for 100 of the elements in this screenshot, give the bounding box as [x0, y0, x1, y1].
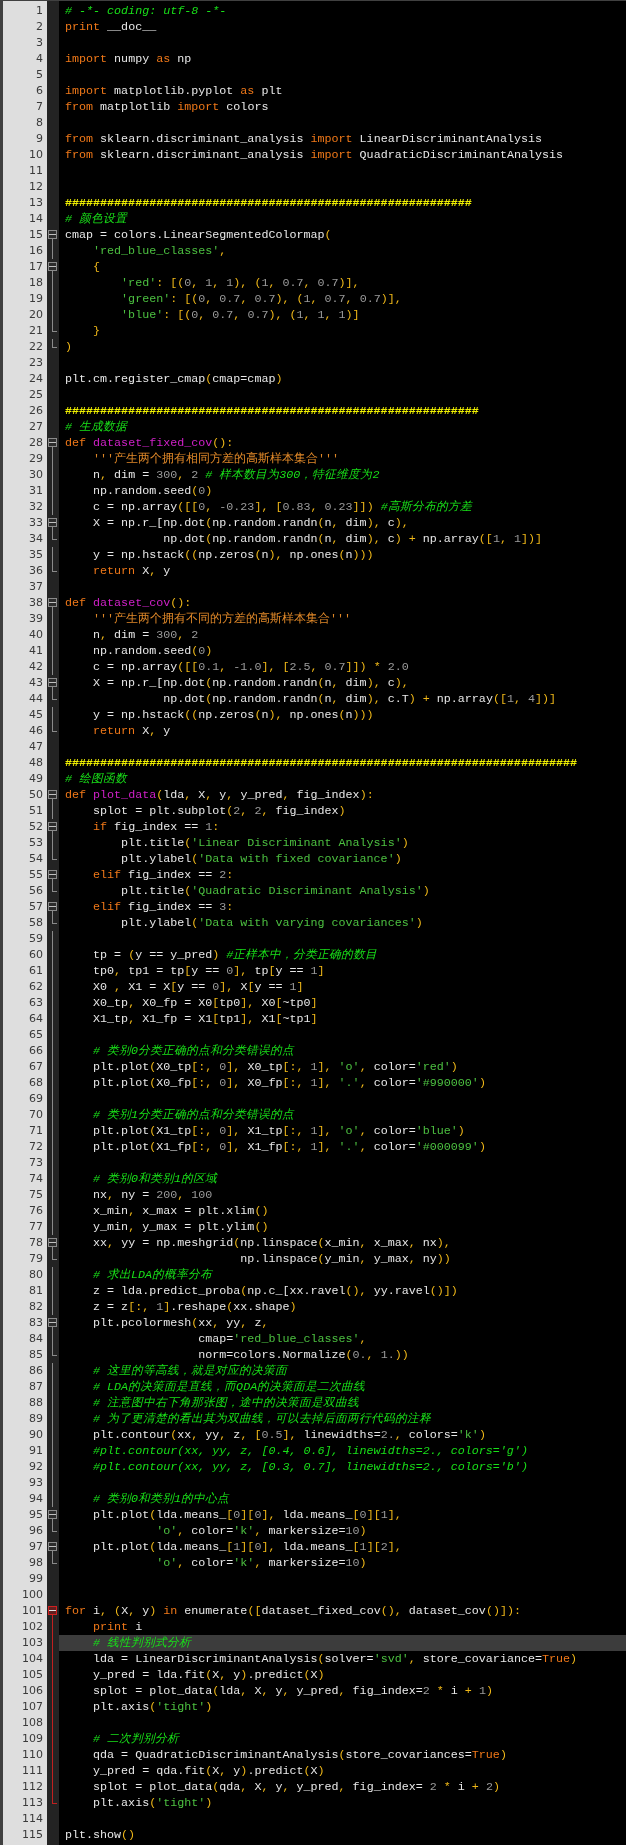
code-line: y_pred = lda.fit(X, y).predict(X) — [92, 1667, 326, 1683]
line-number: 60 — [28, 947, 44, 963]
line-number: 78 — [28, 1235, 44, 1251]
line-number: 28 — [28, 435, 44, 451]
code-line: 'o', color='k', markersize=10) — [155, 1555, 368, 1571]
collapse-icon[interactable] — [48, 1606, 57, 1615]
code-line: plt.plot(lda.means_[1][0], lda.means_[1][2], — [92, 1539, 403, 1555]
line-number: 69 — [28, 1091, 44, 1107]
code-line: plt.contour(xx, yy, z, [0.5], linewidths=2., colors='k') — [92, 1427, 487, 1443]
code-line: for i, (X, y) in enumerate([dataset_fixed_cov(), dataset_cov()]): — [64, 1603, 522, 1619]
line-number: 57 — [28, 899, 44, 915]
code-line: n, dim = 300, 2 — [92, 627, 200, 643]
collapse-icon[interactable] — [48, 518, 57, 527]
code-line: xx, yy = np.meshgrid(np.linspace(x_min, x_max, nx), — [92, 1235, 452, 1251]
code-line: import matplotlib.pyplot as plt — [64, 83, 284, 99]
code-line: # 二次判别分析 — [92, 1731, 181, 1747]
line-number: 24 — [28, 371, 44, 387]
code-line: print __doc__ — [64, 19, 158, 35]
line-number: 46 — [28, 723, 44, 739]
code-line: # 求出LDA的概率分布 — [92, 1267, 214, 1283]
line-number: 39 — [28, 611, 44, 627]
collapse-icon[interactable] — [48, 822, 57, 831]
collapse-icon[interactable] — [48, 1542, 57, 1551]
collapse-icon[interactable] — [48, 790, 57, 799]
code-line: # 类别0分类正确的点和分类错误的点 — [92, 1043, 296, 1059]
code-line: 'green': [(0, 0.7, 0.7), (1, 0.7, 0.7)], — [120, 291, 403, 307]
code-line: # LDA的决策面是直线，而QDA的决策面是二次曲线 — [92, 1379, 367, 1395]
line-number: 88 — [28, 1395, 44, 1411]
line-number: 80 — [28, 1267, 44, 1283]
code-line: n, dim = 300, 2 # 样本数目为300，特征维度为2 — [92, 467, 381, 483]
line-number: 50 — [28, 787, 44, 803]
code-line: plt.plot(lda.means_[0][0], lda.means_[0][1], — [92, 1507, 403, 1523]
collapse-icon[interactable] — [48, 870, 57, 879]
line-number: 2 — [35, 19, 44, 35]
line-number: 113 — [21, 1795, 44, 1811]
line-number: 30 — [28, 467, 44, 483]
collapse-icon[interactable] — [48, 1510, 57, 1519]
line-number: 19 — [28, 291, 44, 307]
collapse-icon[interactable] — [48, 438, 57, 447]
line-number: 32 — [28, 499, 44, 515]
line-number: 98 — [28, 1555, 44, 1571]
code-line: import numpy as np — [64, 51, 193, 67]
line-number: 85 — [28, 1347, 44, 1363]
line-number: 54 — [28, 851, 44, 867]
line-number: 89 — [28, 1411, 44, 1427]
line-number: 42 — [28, 659, 44, 675]
collapse-icon[interactable] — [48, 1318, 57, 1327]
line-number: 99 — [28, 1571, 44, 1587]
line-number: 16 — [28, 243, 44, 259]
code-line: # 绘图函数 — [64, 771, 129, 787]
line-number: 93 — [28, 1475, 44, 1491]
code-line: y_pred = qda.fit(X, y).predict(X) — [92, 1763, 326, 1779]
line-number: 95 — [28, 1507, 44, 1523]
code-line: # 颜色设置 — [64, 211, 129, 227]
line-number: 109 — [21, 1731, 44, 1747]
code-line: 'blue': [(0, 0.7, 0.7), (1, 1, 1)] — [120, 307, 361, 323]
line-number: 94 — [28, 1491, 44, 1507]
code-line: 'red_blue_classes', — [92, 243, 228, 259]
line-number: 43 — [28, 675, 44, 691]
code-line: tp = (y == y_pred) #正样本中，分类正确的数目 — [92, 947, 379, 963]
code-line: from sklearn.discriminant_analysis import QuadraticDiscriminantAnalysis — [64, 147, 564, 163]
line-number: 100 — [21, 1587, 44, 1603]
code-line: plt.title('Linear Discriminant Analysis') — [120, 835, 410, 851]
line-number: 12 — [28, 179, 44, 195]
code-line: z = z[:, 1].reshape(xx.shape) — [92, 1299, 298, 1315]
line-number: 112 — [21, 1779, 44, 1795]
code-line: lda = LinearDiscriminantAnalysis(solver='svd', store_covariance=True) — [92, 1651, 579, 1667]
code-line: plt.axis('tight') — [92, 1795, 214, 1811]
code-line: qda = QuadraticDiscriminantAnalysis(store_covariances=True) — [92, 1747, 508, 1763]
code-line: def dataset_cov(): — [64, 595, 193, 611]
code-line: if fig_index == 1: — [92, 819, 221, 835]
collapse-icon[interactable] — [48, 1238, 57, 1247]
line-number: 5 — [35, 67, 44, 83]
code-line: np.dot(np.random.randn(n, dim), c.T) + np.array([1, 4])] — [162, 691, 558, 707]
collapse-icon[interactable] — [48, 262, 57, 271]
line-number: 66 — [28, 1043, 44, 1059]
collapse-icon[interactable] — [48, 902, 57, 911]
line-number: 10 — [28, 147, 44, 163]
code-line: plt.plot(X0_tp[:, 0], X0_tp[:, 1], 'o', color='red') — [92, 1059, 459, 1075]
line-number: 21 — [28, 323, 44, 339]
code-line: tp0, tp1 = tp[y == 0], tp[y == 1] — [92, 963, 326, 979]
line-number: 3 — [35, 35, 44, 51]
line-number: 17 — [28, 259, 44, 275]
code-line: return X, y — [92, 563, 172, 579]
code-line: cmap='red_blue_classes', — [197, 1331, 368, 1347]
line-number: 14 — [28, 211, 44, 227]
line-number: 97 — [28, 1539, 44, 1555]
code-line: y_min, y_max = plt.ylim() — [92, 1219, 270, 1235]
line-number: 27 — [28, 419, 44, 435]
line-number: 70 — [28, 1107, 44, 1123]
code-line: np.dot(np.random.randn(n, dim), c) + np.array([1, 1])] — [162, 531, 543, 547]
collapse-icon[interactable] — [48, 598, 57, 607]
line-number: 48 — [28, 755, 44, 771]
line-number: 49 — [28, 771, 44, 787]
code-line: X0_tp, X0_fp = X0[tp0], X0[~tp0] — [92, 995, 319, 1011]
code-line: # 这里的等高线，就是对应的决策面 — [92, 1363, 290, 1379]
collapse-icon[interactable] — [48, 678, 57, 687]
code-line: plt.show() — [64, 1827, 137, 1843]
collapse-icon[interactable] — [48, 230, 57, 239]
code-line: elif fig_index == 2: — [92, 867, 235, 883]
